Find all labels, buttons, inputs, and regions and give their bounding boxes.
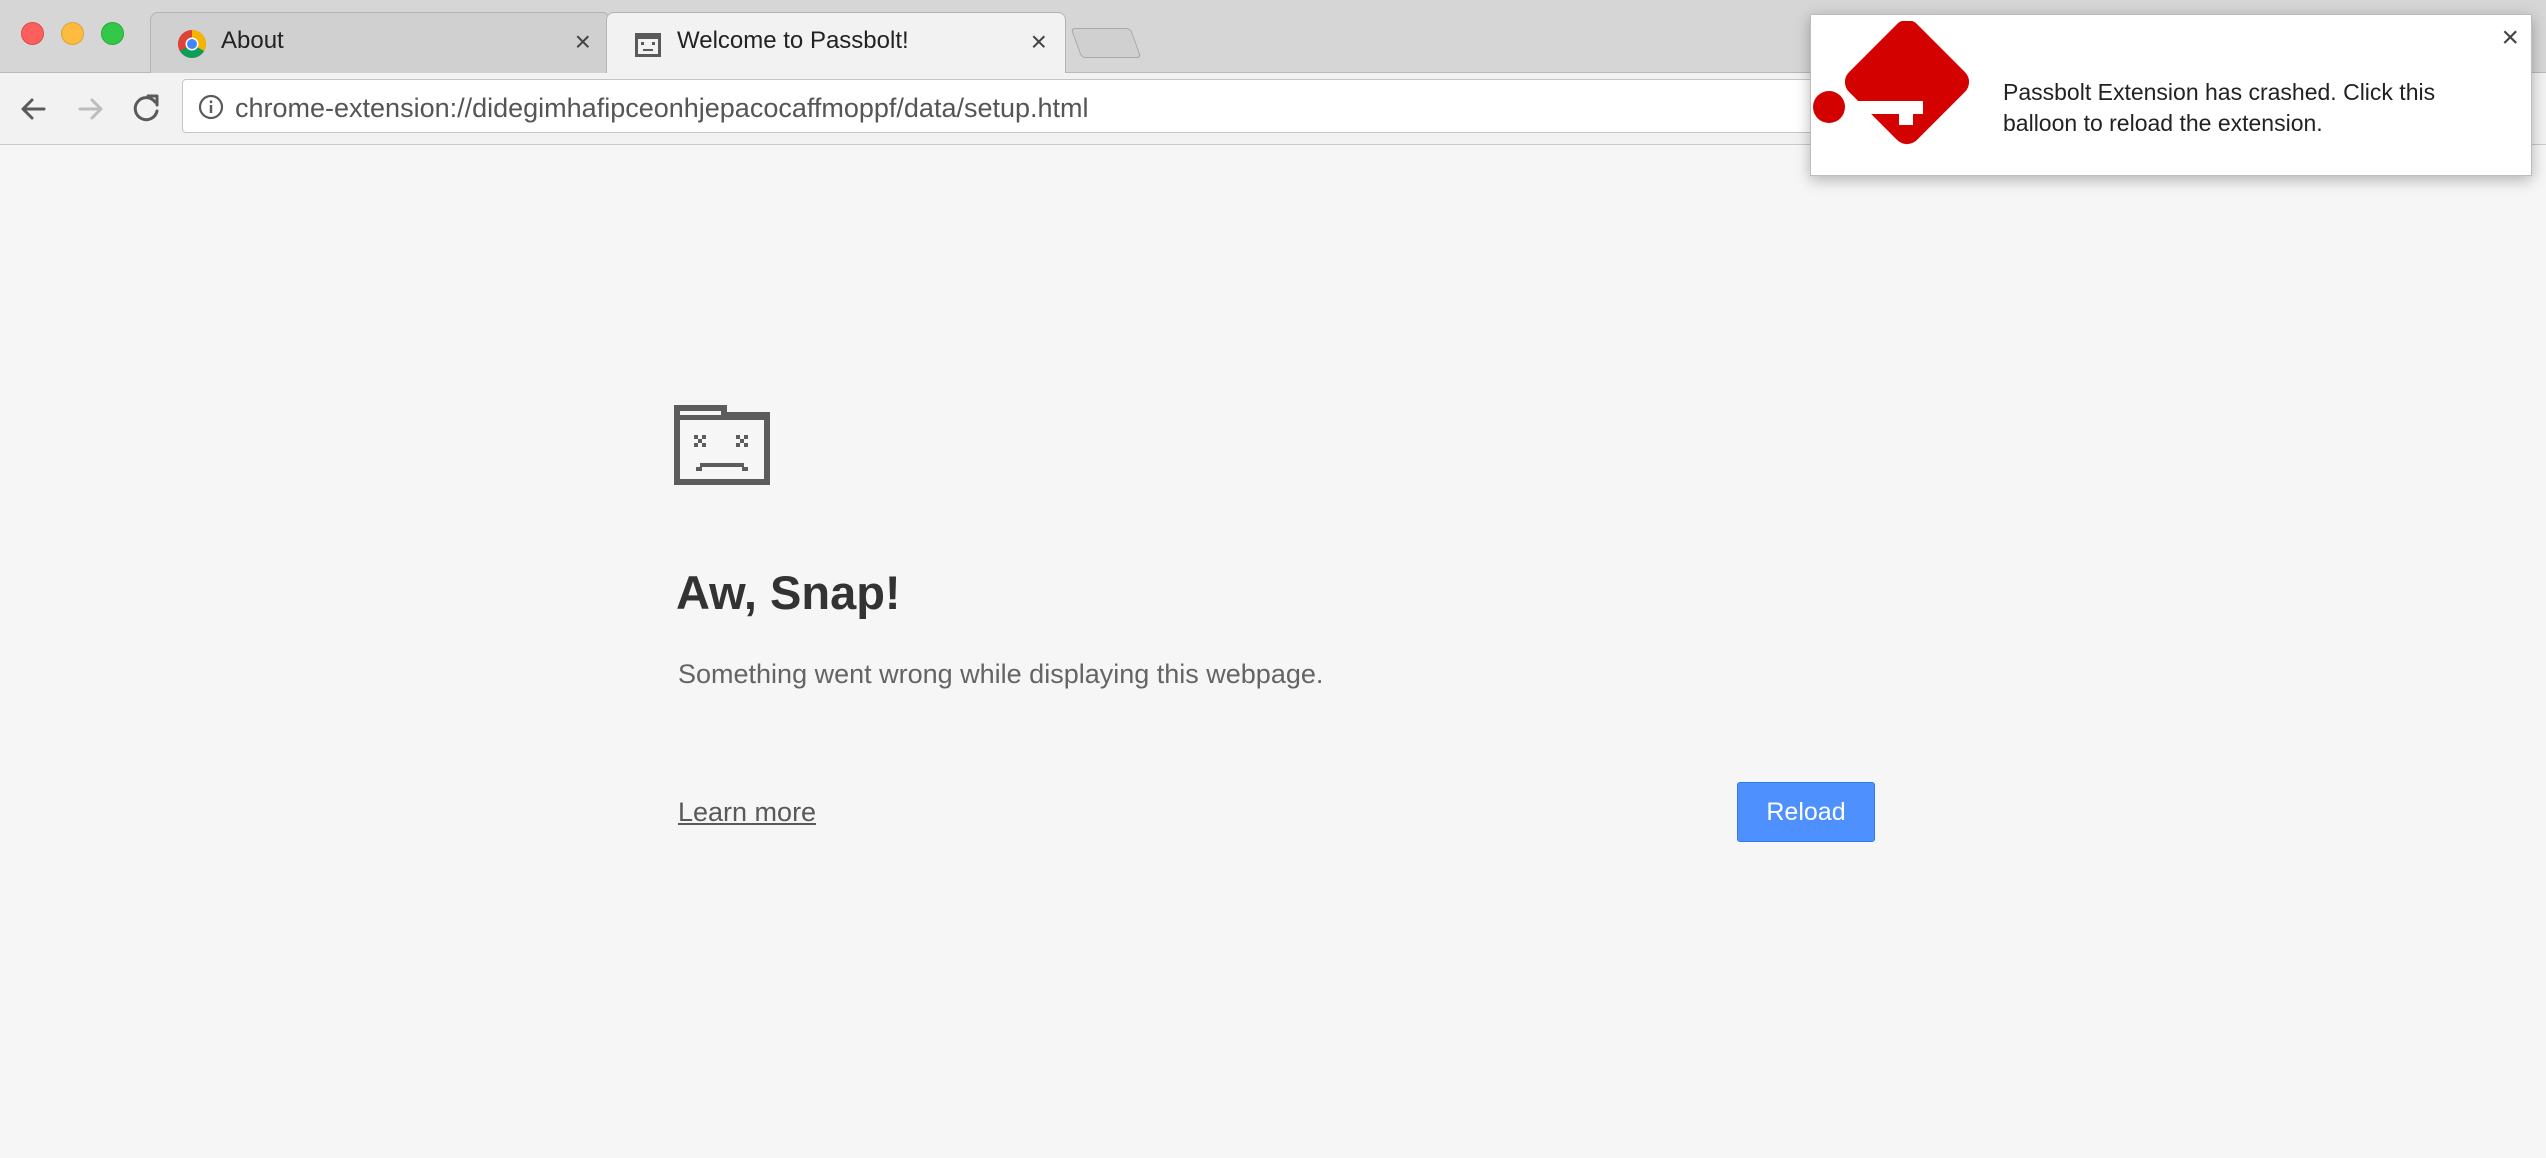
sad-tab-favicon-icon bbox=[635, 33, 661, 57]
window-minimize-button[interactable] bbox=[61, 22, 84, 45]
tab-title: About bbox=[221, 27, 284, 54]
close-icon[interactable]: × bbox=[2501, 23, 2519, 53]
new-tab-button[interactable] bbox=[1070, 28, 1142, 58]
chrome-logo-icon bbox=[178, 30, 206, 58]
browser-window: About × Welcome to Passbolt! × chrome-ex… bbox=[0, 0, 2546, 1158]
error-heading: Aw, Snap! bbox=[676, 566, 901, 619]
reload-button[interactable]: Reload bbox=[1737, 782, 1875, 842]
tab-about[interactable]: About × bbox=[150, 12, 610, 73]
window-maximize-button[interactable] bbox=[101, 22, 124, 45]
error-message: Something went wrong while displaying th… bbox=[678, 659, 1324, 689]
tab-close-icon[interactable]: × bbox=[575, 27, 591, 57]
window-close-button[interactable] bbox=[21, 22, 44, 45]
tab-welcome-passbolt[interactable]: Welcome to Passbolt! × bbox=[606, 12, 1066, 74]
info-icon[interactable] bbox=[197, 93, 225, 121]
reload-icon[interactable] bbox=[124, 87, 168, 131]
error-page: Aw, Snap! Something went wrong while dis… bbox=[0, 145, 2546, 1158]
learn-more-link[interactable]: Learn more bbox=[678, 797, 816, 828]
forward-arrow-icon[interactable] bbox=[68, 87, 112, 131]
extension-crash-notification[interactable]: Passbolt Extension has crashed. Click th… bbox=[1810, 14, 2532, 176]
tab-close-icon[interactable]: × bbox=[1031, 27, 1047, 57]
sad-tab-icon bbox=[674, 405, 770, 485]
notification-message: Passbolt Extension has crashed. Click th… bbox=[2003, 79, 2436, 136]
passbolt-key-logo bbox=[1813, 21, 1970, 145]
back-arrow-icon[interactable] bbox=[12, 87, 56, 131]
tab-title: Welcome to Passbolt! bbox=[677, 27, 909, 54]
url-text[interactable]: chrome-extension://didegimhafipceonhjepa… bbox=[235, 93, 1089, 124]
